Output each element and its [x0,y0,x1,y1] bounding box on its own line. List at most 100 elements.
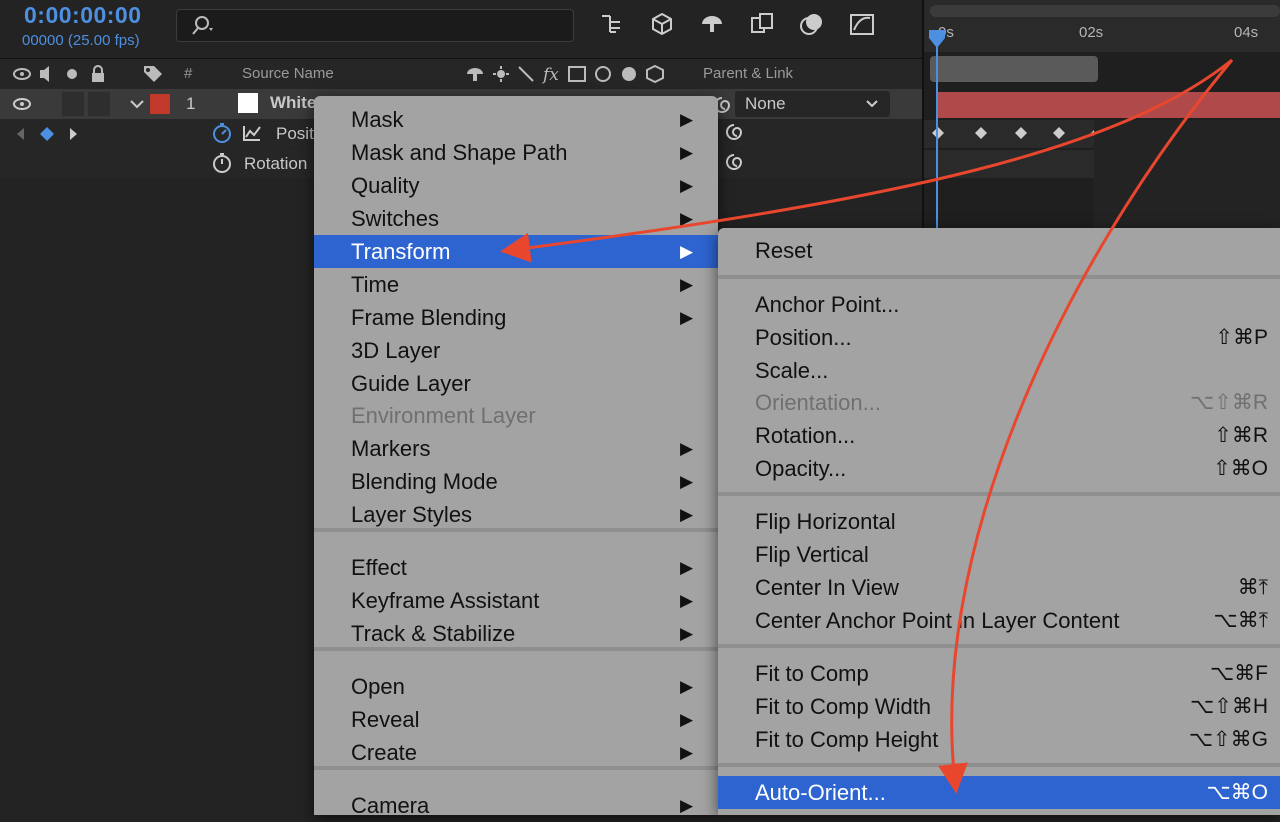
lock-switch[interactable] [88,92,110,116]
keyboard-shortcut: ⇧⌘P [1215,326,1268,349]
submenu-arrow-icon: ▶ [680,176,694,195]
submenu-arrow-icon: ▶ [680,308,694,327]
work-area-bar[interactable] [930,56,1098,82]
menu-item-camera[interactable]: Camera ▶ [314,789,718,822]
menu-item-layer-styles[interactable]: Layer Styles ▶ [314,498,718,531]
menu-item-frame-blending[interactable]: Frame Blending ▶ [314,301,718,334]
menu-item-markers[interactable]: Markers ▶ [314,432,718,465]
keyframe-navigator-icon[interactable] [14,126,84,142]
menu-item-label: Transform [351,239,451,264]
menu-item-effect[interactable]: Effect ▶ [314,551,718,584]
submenu-arrow-icon: ▶ [680,505,694,524]
menu-item-mask-and-shape-path[interactable]: Mask and Shape Path ▶ [314,136,718,169]
shy-layers-icon[interactable] [698,10,726,38]
submenu-item-center-anchor-point-in-layer-content[interactable]: Center Anchor Point in Layer Content ⌥⌘⤒ [718,604,1280,637]
layer-column-header: # Source Name fx Parent & Link [0,58,922,90]
submenu-item-flip-horizontal[interactable]: Flip Horizontal [718,505,1280,538]
submenu-item-center-in-view[interactable]: Center In View ⌘⤒ [718,571,1280,604]
menu-separator [718,275,1280,279]
keyboard-shortcut: ⌥⌘O [1206,781,1268,804]
search-icon [192,16,213,35]
menu-item-blending-mode[interactable]: Blending Mode ▶ [314,465,718,498]
submenu-item-position[interactable]: Position... ⇧⌘P [718,321,1280,354]
menu-item-transform[interactable]: Transform ▶ [314,235,718,268]
parent-value: None [745,94,786,113]
submenu-item-scale[interactable]: Scale... [718,354,1280,387]
menu-item-label: Quality [351,173,420,198]
menu-item-label: Open [351,674,405,699]
menu-item-quality[interactable]: Quality ▶ [314,169,718,202]
submenu-item-rotation[interactable]: Rotation... ⇧⌘R [718,419,1280,452]
menu-item-create[interactable]: Create ▶ [314,736,718,769]
graph-editor-icon[interactable] [848,10,876,38]
stopwatch-icon[interactable] [210,151,234,175]
menu-item-guide-layer[interactable]: Guide Layer [314,367,718,400]
submenu-item-anchor-point[interactable]: Anchor Point... [718,288,1280,321]
motion-blur-icon[interactable] [798,10,826,38]
submenu-arrow-icon: ▶ [680,275,694,294]
column-source-name[interactable]: Source Name [242,65,334,82]
pick-whip-icon[interactable] [724,152,744,172]
submenu-item-fit-to-comp-height[interactable]: Fit to Comp Height ⌥⇧⌘G [718,723,1280,756]
solo-switch[interactable] [62,92,84,116]
menu-separator [718,492,1280,496]
current-time-display[interactable]: 0:00:00:00 [24,2,142,29]
menu-item-open[interactable]: Open ▶ [314,670,718,703]
submenu-arrow-icon: ▶ [680,624,694,643]
submenu-item-auto-orient[interactable]: Auto-Orient... ⌥⌘O [718,776,1280,809]
submenu-item-label: Anchor Point... [755,292,900,317]
menu-item-reveal[interactable]: Reveal ▶ [314,703,718,736]
time-ruler[interactable]: 0s 02s 04s [924,0,1280,52]
submenu-item-fit-to-comp[interactable]: Fit to Comp ⌥⌘F [718,657,1280,690]
column-parent-link[interactable]: Parent & Link [703,65,793,82]
keyboard-shortcut: ⇧⌘R [1214,424,1268,447]
keyboard-shortcut: ⌥⌘⤒ [1213,609,1268,632]
submenu-item-label: Center In View [755,575,899,600]
menu-item-switches[interactable]: Switches ▶ [314,202,718,235]
transform-submenu: Reset Anchor Point... Position... ⇧⌘P Scale.… [718,228,1280,815]
draft-3d-icon[interactable] [648,10,676,38]
submenu-item-opacity[interactable]: Opacity... ⇧⌘O [718,452,1280,485]
submenu-item-label: Position... [755,325,852,350]
label-tag-icon [144,66,162,82]
menu-item-environment-layer: Environment Layer [314,399,718,432]
visibility-eye-icon[interactable] [12,97,32,111]
playhead-icon[interactable] [927,28,947,52]
time-navigator-bar[interactable] [930,5,1280,17]
submenu-item-fit-to-comp-width[interactable]: Fit to Comp Width ⌥⇧⌘H [718,690,1280,723]
submenu-item-reset[interactable]: Reset [718,234,1280,267]
menu-item-keyframe-assistant[interactable]: Keyframe Assistant ▶ [314,584,718,617]
submenu-item-label: Orientation... [755,390,881,415]
submenu-item-orientation: Orientation... ⌥⇧⌘R [718,386,1280,419]
parent-dropdown[interactable]: None [735,91,890,117]
menu-item-label: Effect [351,555,407,580]
solid-thumbnail [238,93,258,113]
menu-item-mask[interactable]: Mask ▶ [314,103,718,136]
submenu-item-label: Flip Horizontal [755,509,896,534]
chevron-down-icon[interactable] [130,98,144,110]
playhead-line[interactable] [936,30,938,240]
menu-item-time[interactable]: Time ▶ [314,268,718,301]
menu-separator [314,528,718,532]
menu-item-3d-layer[interactable]: 3D Layer [314,334,718,367]
submenu-arrow-icon: ▶ [680,743,694,762]
stopwatch-icon[interactable] [210,121,234,145]
position-label: Positi [276,124,318,143]
frame-blending-icon[interactable] [748,10,776,38]
menu-item-label: Markers [351,436,431,461]
submenu-arrow-icon: ▶ [680,677,694,696]
submenu-item-flip-vertical[interactable]: Flip Vertical [718,538,1280,571]
label-color-swatch[interactable] [150,94,170,114]
layer-name[interactable]: White [270,93,316,113]
graph-icon[interactable] [242,124,262,142]
pick-whip-icon[interactable] [724,122,744,142]
keyboard-shortcut: ⌘⤒ [1237,576,1268,599]
composition-flowchart-icon[interactable] [598,10,626,38]
layer-context-menu: Mask ▶ Mask and Shape Path ▶ Quality ▶ Switche… [314,96,718,818]
submenu-item-label: Flip Vertical [755,542,869,567]
submenu-item-label: Opacity... [755,456,847,481]
search-input[interactable] [176,9,574,42]
submenu-item-label: Fit to Comp Height [755,727,939,752]
layer-duration-bar[interactable] [938,92,1280,118]
menu-item-track-stabilize[interactable]: Track & Stabilize ▶ [314,617,718,650]
